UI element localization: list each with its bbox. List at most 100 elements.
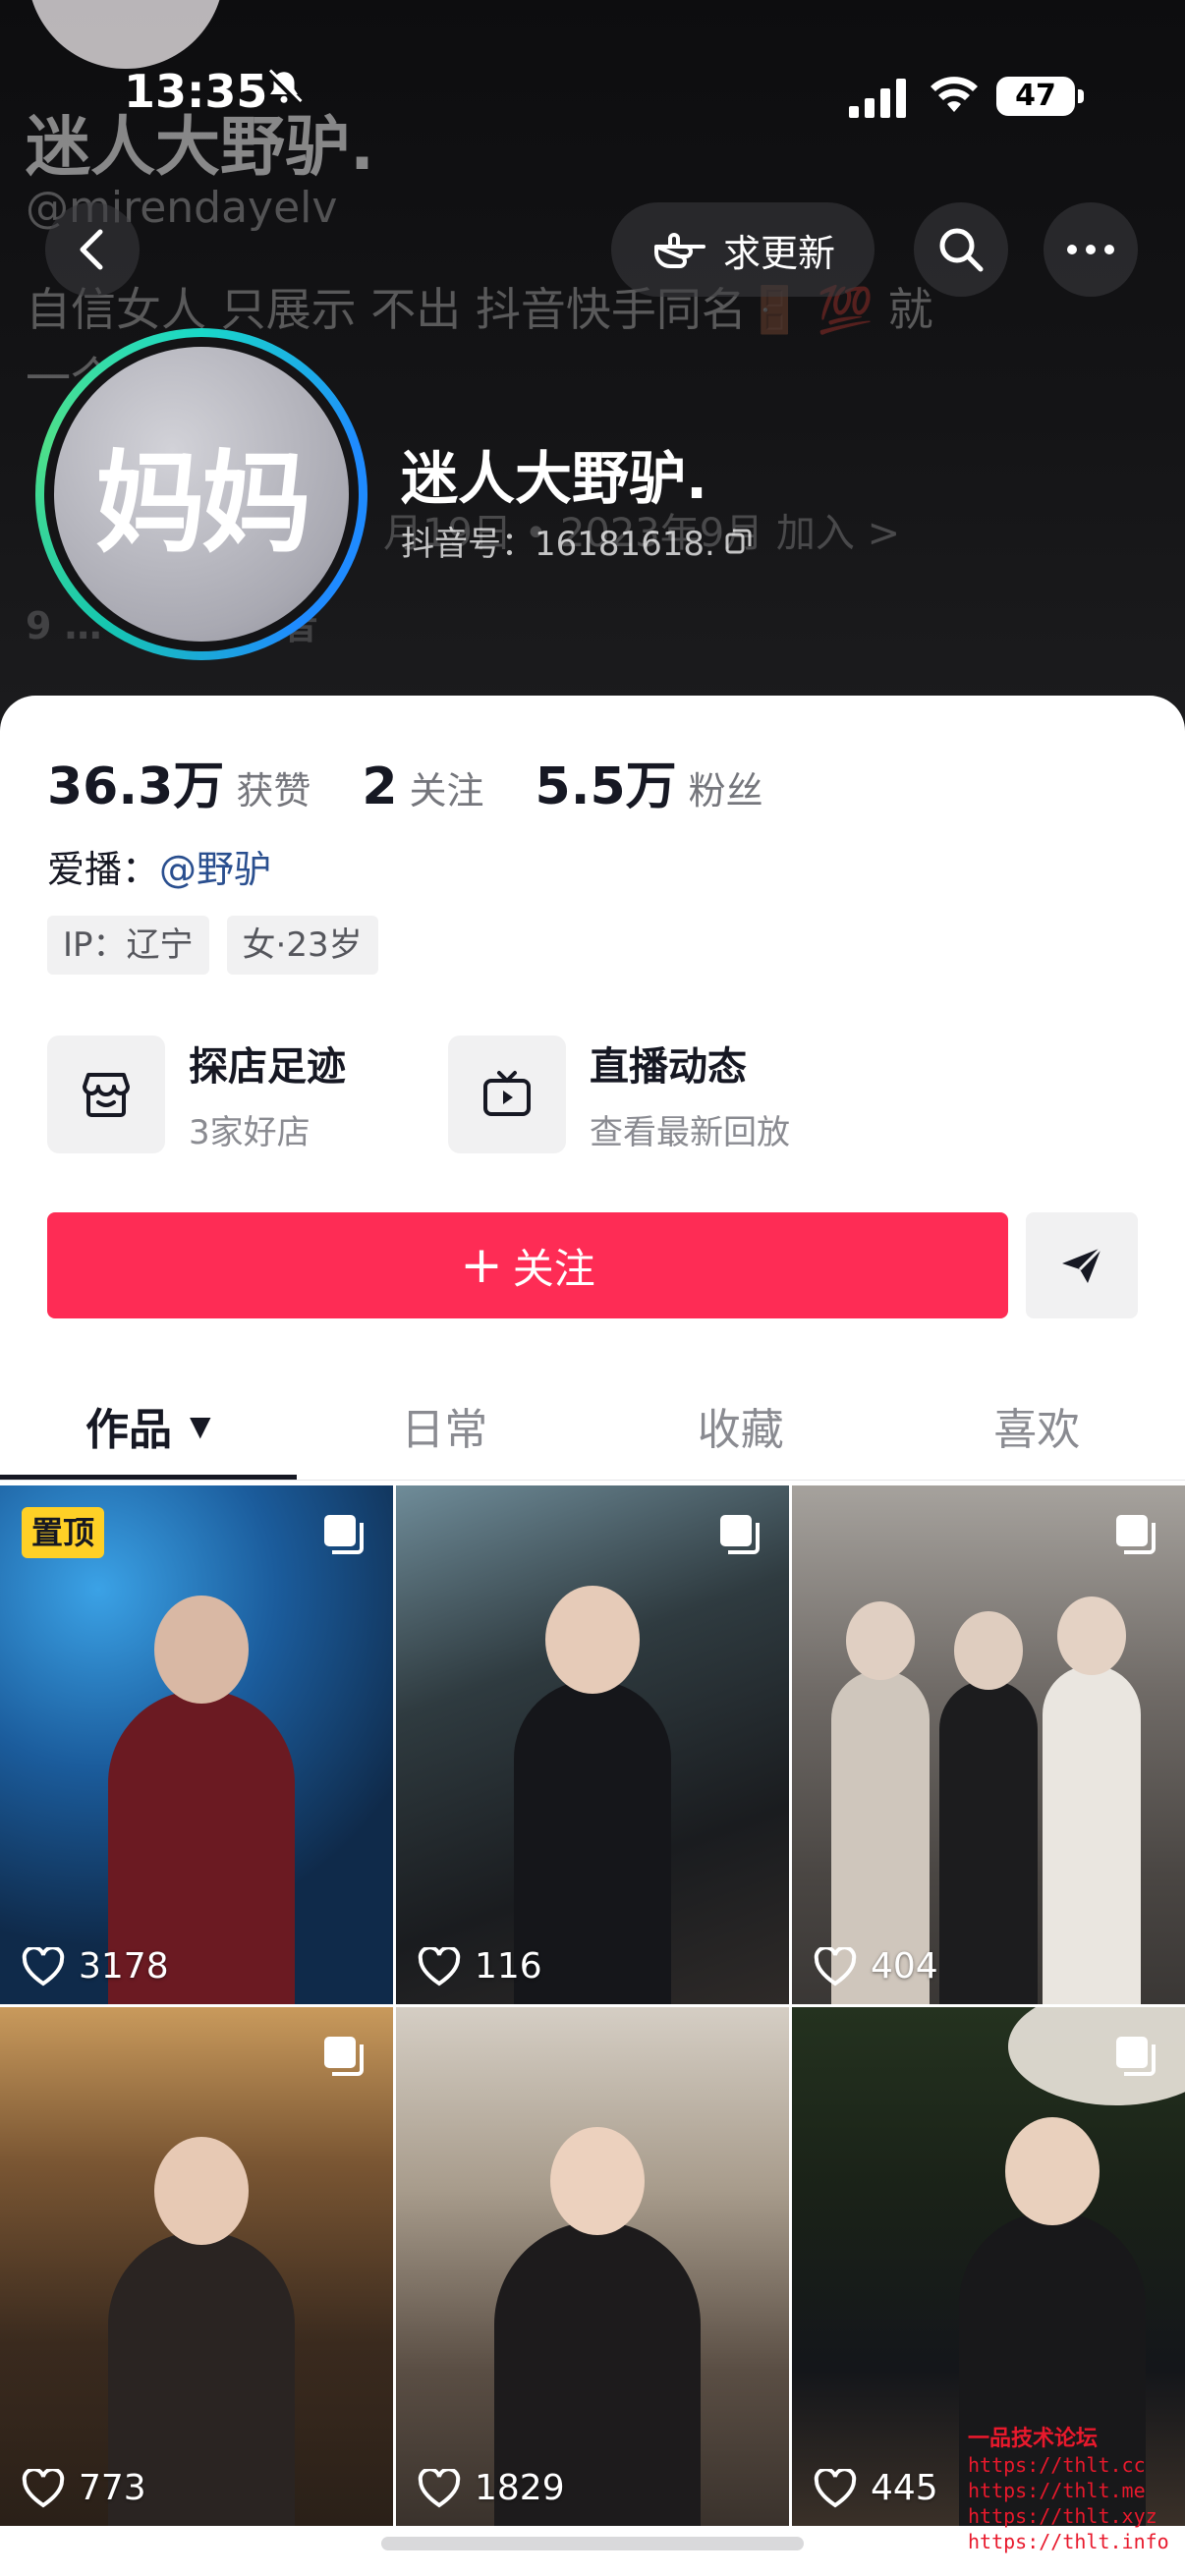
multi-image-icon bbox=[720, 1515, 760, 1554]
caret-down-icon: ▼ bbox=[189, 1409, 211, 1442]
like-count-value: 1829 bbox=[475, 2468, 565, 2508]
avatar: 妈妈 bbox=[54, 347, 349, 642]
bell-muted-icon bbox=[266, 69, 303, 105]
like-count-value: 116 bbox=[475, 1946, 542, 1987]
home-indicator[interactable] bbox=[381, 2537, 804, 2550]
tab-label: 喜欢 bbox=[993, 1405, 1081, 1455]
video-thumbnail[interactable]: 116 bbox=[396, 1485, 789, 2004]
store-icon bbox=[83, 1072, 130, 1117]
search-icon bbox=[939, 228, 984, 272]
send-icon bbox=[1062, 1246, 1103, 1283]
like-count: 1829 bbox=[418, 2468, 565, 2508]
stat-value: 36.3万 bbox=[47, 757, 225, 816]
profile-name: 迷人大野驴. bbox=[401, 445, 708, 512]
stat-label: 获赞 bbox=[236, 769, 311, 812]
tab-works[interactable]: 作品 ▼ bbox=[0, 1372, 297, 1480]
feature-title: 探店足迹 bbox=[189, 1044, 346, 1090]
profile-card: 36.3万 获赞 2 关注 5.5万 粉丝 爱播：@野驴 IP：辽宁 女·23岁… bbox=[0, 696, 1185, 2576]
profile-header: 迷人大野驴. @mirendayelv 自信女人 只展示 不出 抖音快手同名🚪 … bbox=[0, 0, 1185, 747]
request-update-label: 求更新 bbox=[722, 231, 835, 275]
love-broadcast-row: 爱播：@野驴 bbox=[47, 839, 271, 893]
tab-label: 日常 bbox=[401, 1405, 488, 1455]
plus-icon: + bbox=[460, 1236, 503, 1295]
like-count: 445 bbox=[814, 2468, 938, 2508]
tv-icon bbox=[483, 1070, 531, 1116]
douyin-id[interactable]: 抖音号：16181618. bbox=[401, 517, 753, 565]
tab-favorites[interactable]: 收藏 bbox=[592, 1372, 889, 1480]
request-update-button[interactable]: 求更新 bbox=[611, 202, 875, 297]
like-count: 773 bbox=[22, 2468, 146, 2508]
video-thumbnail[interactable]: 置顶 3178 bbox=[0, 1485, 393, 2004]
heart-outline-icon bbox=[814, 1946, 857, 1986]
heart-outline-icon bbox=[22, 1946, 65, 1986]
follow-label: 关注 bbox=[512, 1244, 595, 1293]
douyin-id-text: 抖音号：16181618. bbox=[401, 525, 715, 564]
love-link[interactable]: @野驴 bbox=[159, 848, 271, 891]
video-grid: 置顶 3178 116 404 773 1829 445 bbox=[0, 1485, 1185, 2526]
stat-label: 粉丝 bbox=[688, 769, 763, 812]
tab-label: 作品 bbox=[85, 1405, 172, 1455]
tab-daily[interactable]: 日常 bbox=[297, 1372, 593, 1480]
stat-following[interactable]: 2 关注 bbox=[362, 757, 483, 816]
multi-image-icon bbox=[324, 1515, 364, 1554]
video-thumbnail[interactable]: 773 bbox=[0, 2007, 393, 2526]
tab-label: 收藏 bbox=[697, 1405, 784, 1455]
wifi-icon bbox=[931, 77, 978, 112]
watermark-line: https://thlt.xyz bbox=[968, 2504, 1157, 2528]
stat-value: 5.5万 bbox=[535, 757, 677, 816]
copy-icon bbox=[725, 529, 752, 553]
watermark-line: https://thlt.me bbox=[968, 2479, 1146, 2502]
watermark-line: https://thlt.cc bbox=[968, 2453, 1146, 2477]
watermark-line: 一品技术论坛 bbox=[968, 2427, 1099, 2451]
stat-followers[interactable]: 5.5万 粉丝 bbox=[536, 745, 763, 818]
pointing-hand-icon bbox=[653, 233, 705, 268]
like-count: 404 bbox=[814, 1946, 938, 1987]
feature-icon-box bbox=[47, 1035, 165, 1153]
video-thumbnail[interactable]: 404 bbox=[792, 1485, 1185, 2004]
multi-image-icon bbox=[1116, 2037, 1156, 2076]
share-button[interactable] bbox=[1026, 1212, 1138, 1318]
content-tabs: 作品 ▼ 日常 收藏 喜欢 bbox=[0, 1372, 1185, 1480]
search-button[interactable] bbox=[914, 202, 1008, 297]
battery-indicator: 47 bbox=[996, 77, 1084, 116]
feature-title: 直播动态 bbox=[590, 1044, 747, 1090]
like-count: 3178 bbox=[22, 1946, 169, 1987]
status-time: 13:35 bbox=[124, 65, 268, 118]
thumbnail-figure bbox=[1043, 1596, 1141, 2004]
like-count-value: 773 bbox=[79, 2468, 146, 2508]
watermark: 一品技术论坛 https://thlt.cc https://thlt.me h… bbox=[968, 2427, 1174, 2554]
heart-outline-icon bbox=[418, 2468, 461, 2507]
back-button[interactable] bbox=[45, 202, 140, 297]
tabs-divider bbox=[0, 1480, 1185, 1481]
multi-image-icon bbox=[1116, 1515, 1156, 1554]
like-count: 116 bbox=[418, 1946, 542, 1987]
pinned-badge: 置顶 bbox=[22, 1507, 105, 1558]
stat-likes[interactable]: 36.3万 获赞 bbox=[47, 745, 310, 818]
more-icon bbox=[1067, 245, 1114, 254]
feature-live-updates[interactable]: 直播动态 查看最新回放 bbox=[448, 1035, 790, 1153]
feature-subtitle: 3家好店 bbox=[189, 1113, 310, 1152]
back-arrow-icon bbox=[80, 229, 103, 270]
cellular-signal-icon bbox=[849, 79, 906, 118]
like-count-value: 404 bbox=[871, 1946, 938, 1987]
feature-store-visits[interactable]: 探店足迹 3家好店 bbox=[47, 1035, 346, 1153]
multi-image-icon bbox=[324, 2037, 364, 2076]
more-button[interactable] bbox=[1044, 202, 1138, 297]
video-thumbnail[interactable]: 1829 bbox=[396, 2007, 789, 2526]
feature-subtitle: 查看最新回放 bbox=[590, 1113, 790, 1152]
tab-liked[interactable]: 喜欢 bbox=[889, 1372, 1185, 1480]
stat-value: 2 bbox=[362, 757, 398, 816]
stat-label: 关注 bbox=[409, 769, 484, 812]
heart-outline-icon bbox=[814, 2468, 857, 2507]
feature-icon-box bbox=[448, 1035, 566, 1153]
tag-ip: IP：辽宁 bbox=[47, 916, 209, 975]
heart-outline-icon bbox=[22, 2468, 65, 2507]
umbrella-shape bbox=[1008, 2007, 1185, 2105]
background-avatar bbox=[28, 0, 224, 69]
follow-button[interactable]: + 关注 bbox=[47, 1212, 1008, 1318]
watermark-line: https://thlt.info bbox=[968, 2530, 1169, 2553]
like-count-value: 445 bbox=[871, 2468, 938, 2508]
profile-stats: 36.3万 获赞 2 关注 5.5万 粉丝 bbox=[47, 745, 815, 818]
tag-gender-age: 女·23岁 bbox=[226, 916, 378, 975]
avatar-live-ring[interactable]: 妈妈 bbox=[35, 328, 367, 660]
